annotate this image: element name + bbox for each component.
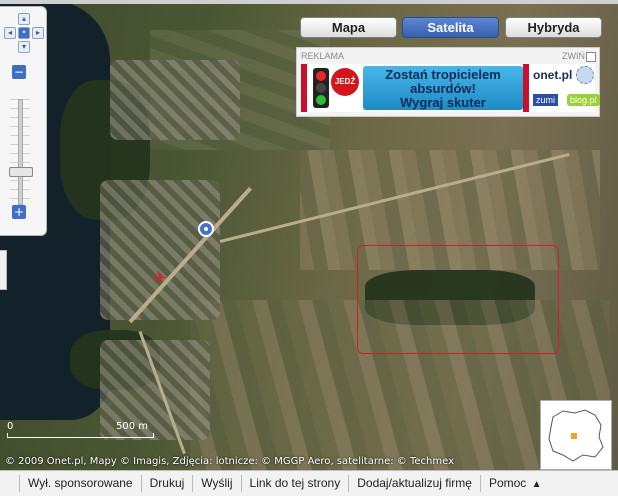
ad-banner[interactable]: JEDŹ Zostań tropicielem absurdów! Wygraj s… [301,64,600,112]
traffic-light-icon [313,68,329,108]
print-link[interactable]: Drukuj [142,475,194,492]
map-type-mapa-button[interactable]: Mapa [300,17,397,38]
ad-headline: Zostań tropicielem absurdów! Wygraj skuter [363,66,523,110]
sponsored-toggle-link[interactable]: Wył. sponsorowane [19,475,142,492]
zoom-slider-track[interactable] [18,99,23,205]
map-type-satelita-button[interactable]: Satelita [402,17,499,38]
zoom-out-button[interactable]: − [12,65,26,79]
ad-stripe [523,64,529,112]
side-panel-toggle[interactable] [0,250,7,290]
ad-collapse-checkbox[interactable] [586,52,596,62]
zumi-logo: zumi [533,94,559,106]
help-label: Pomoc [488,476,527,490]
map-type-hybryda-button[interactable]: Hybryda [505,17,602,38]
ad-stripe [301,64,307,112]
village-area [100,180,220,320]
pan-up-icon[interactable]: ▴ [18,13,30,25]
pan-down-icon[interactable]: ▾ [18,41,30,53]
help-menu[interactable]: Pomoc ▲ [481,475,550,492]
overview-minimap[interactable] [540,400,612,470]
map-attribution: © 2009 Onet.pl, Mapy © Imagis, Zdjęcia: … [5,456,455,467]
ad-sign: JEDŹ [331,68,359,96]
viewport-marker [571,433,577,439]
scale-start-label: 0 [7,421,14,432]
badge-icon [576,66,594,84]
advertisement: REKLAMA ZWIŃ JEDŹ Zostań tropicielem absu… [296,47,600,117]
blog-logo: blog.pl [567,94,600,106]
bottom-toolbar: Wył. sponsorowane Drukuj Wyślij Link do … [0,470,618,496]
zoom-slider-thumb[interactable] [9,167,33,177]
selection-rectangle[interactable] [357,245,559,354]
airplane-marker-icon[interactable]: ✈ [152,270,167,288]
link-to-page-link[interactable]: Link do tej strony [242,475,350,492]
pan-right-icon[interactable]: ▸ [32,27,44,39]
onet-logo: onet.pl [533,68,573,82]
map-navigation-panel: ▴ ◂ • ▸ ▾ − + [0,6,47,236]
ad-label: REKLAMA [301,51,345,61]
zoom-in-button[interactable]: + [12,205,26,219]
expand-up-icon: ▲ [531,479,542,490]
village-area [110,60,240,140]
scale-end-label: 500 m [116,421,149,432]
ad-collapse-link[interactable]: ZWIŃ [562,51,585,61]
location-pin-icon[interactable] [198,221,214,237]
pan-left-icon[interactable]: ◂ [4,27,16,39]
send-link[interactable]: Wyślij [193,475,242,492]
add-business-link[interactable]: Dodaj/aktualizuj firmę [349,475,481,492]
scale-bar [7,433,154,438]
center-map-icon[interactable]: • [18,27,30,39]
poland-outline-icon [548,409,604,462]
top-border [0,0,618,4]
